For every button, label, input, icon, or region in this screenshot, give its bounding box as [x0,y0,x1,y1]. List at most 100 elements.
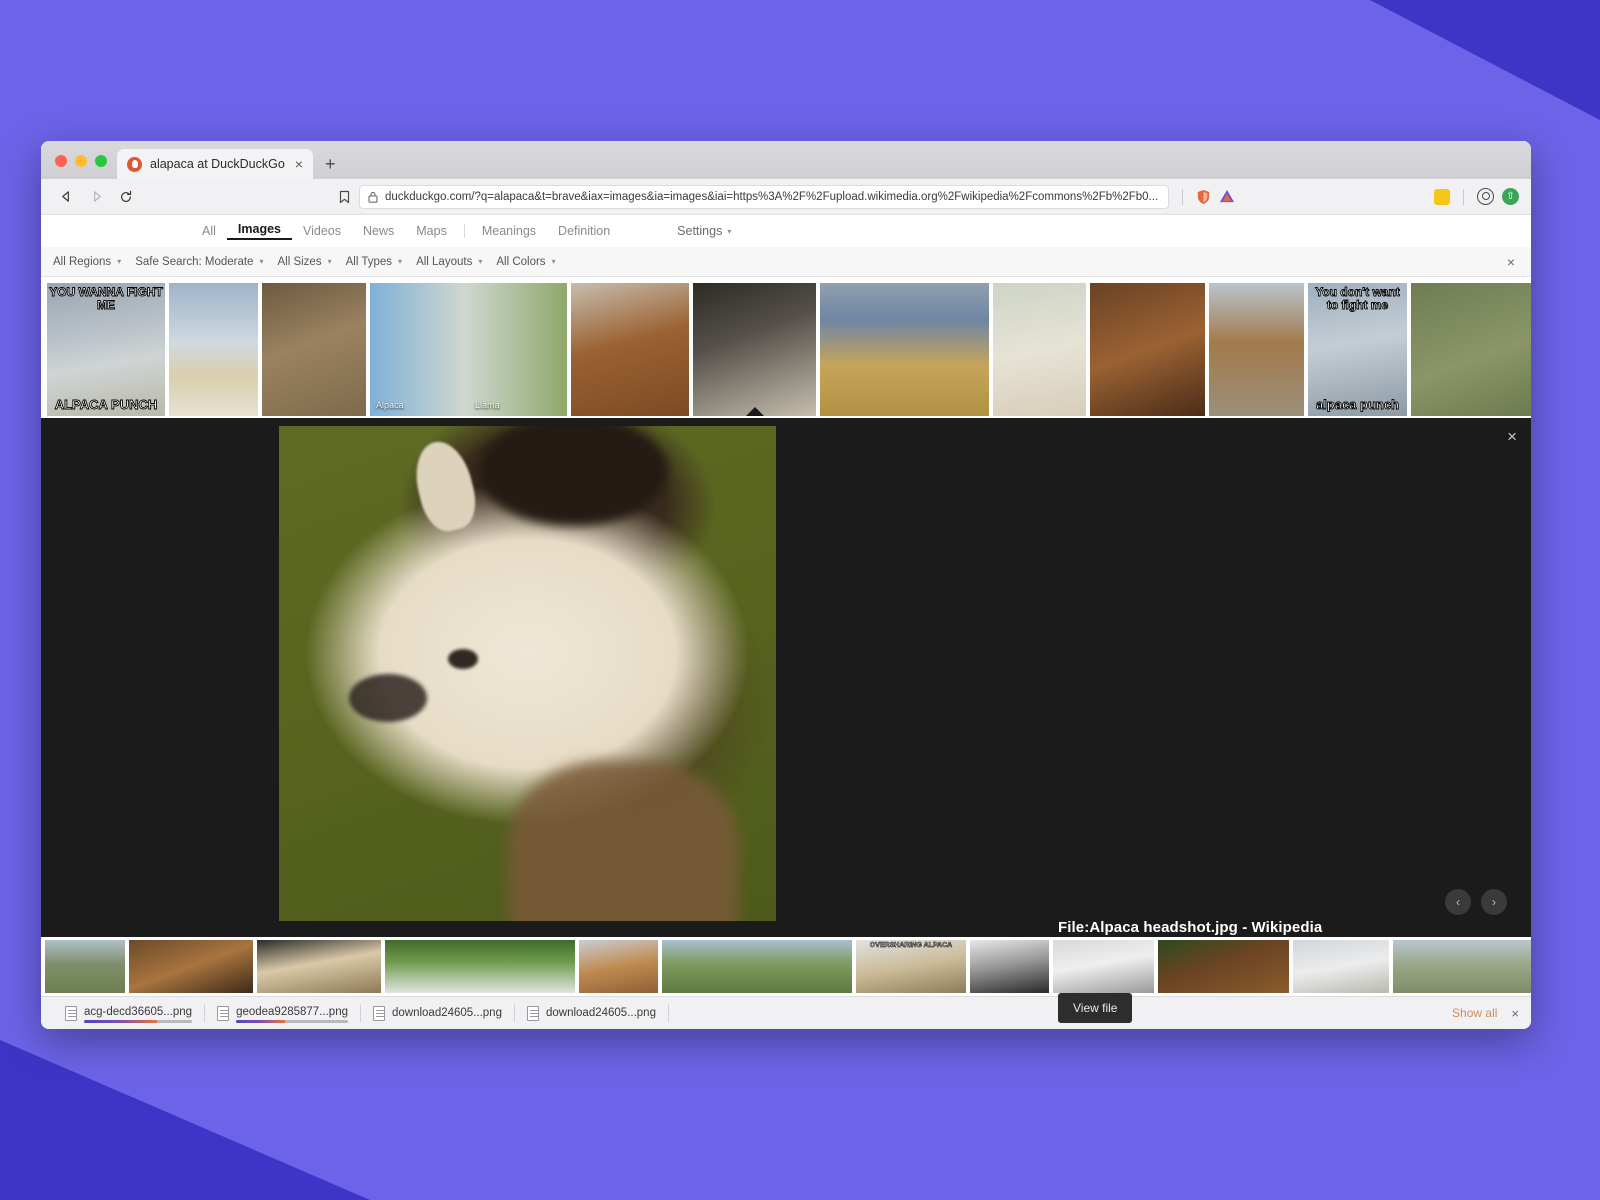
result-thumb-brown-curly-alpaca[interactable] [571,283,689,416]
filter-safe-search[interactable]: Safe Search: Moderate ▾ [135,256,263,268]
bottom-thumb-oversharing-alpaca-meme[interactable]: OVERSHARING ALPACA [856,940,966,993]
bottom-thumb-farm-with-alpacas[interactable] [662,940,852,993]
alpaca-headshot-image[interactable] [279,426,776,921]
bottom-thumb-alpacas-at-fence[interactable] [385,940,575,993]
meme-top-text: You don't want to fight me [1308,286,1407,311]
toolbar-divider-2 [1463,189,1464,205]
tab-images[interactable]: Images [227,222,292,240]
close-filters-icon[interactable]: × [1503,254,1519,270]
result-thumb-alpaca-in-snow[interactable] [169,283,258,416]
browser-tab[interactable]: alapaca at DuckDuckGo × [117,149,313,179]
tab-news[interactable]: News [352,224,405,238]
chevron-down-icon: ▾ [552,257,556,266]
filter-label: All Colors [496,256,545,268]
image-caption-alpaca: Alpaca [376,401,404,410]
chevron-down-icon: ▾ [478,257,482,266]
bottom-thumb-white-alpaca-face[interactable] [1293,940,1389,993]
result-thumb-alpaca-by-the-lake[interactable] [820,283,989,416]
url-text: duckduckgo.com/?q=alapaca&t=brave&iax=im… [385,191,1160,203]
bookmark-icon[interactable] [338,190,351,204]
settings-dropdown[interactable]: Settings ▾ [677,224,731,238]
file-icon [527,1006,539,1021]
image-results-row: YOU WANNA FIGHT MEALPACA PUNCH AlpacaLlam… [41,277,1531,418]
download-item[interactable]: geodea9285877...png [205,1006,360,1021]
bottom-thumb-tan-fluffy-alpaca[interactable] [579,940,658,993]
filter-label: Safe Search: Moderate [135,256,253,268]
image-detail-pane: × File:Alpaca headshot.jpg - Wikipedia e… [41,418,1531,937]
profile-icon[interactable] [1477,188,1494,205]
brave-lion-icon[interactable] [1219,189,1235,204]
filter-all-layouts[interactable]: All Layouts ▾ [416,256,482,268]
image-filter-bar: All Regions ▾ Safe Search: Moderate ▾ Al… [41,247,1531,277]
chevron-down-icon: ▾ [117,257,121,266]
alpaca-muzzle [349,674,427,722]
bottom-thumb-alpacas-grazing-wide[interactable] [1393,940,1531,993]
forward-icon[interactable] [83,184,109,210]
previous-image-button[interactable]: ‹ [1445,889,1471,915]
background-triangle-top-right [1370,0,1600,120]
reload-icon[interactable] [113,184,139,210]
file-icon [217,1006,229,1021]
tab-videos[interactable]: Videos [292,224,352,238]
chevron-down-icon: ▾ [328,257,332,266]
download-item[interactable]: download24605...png [361,1006,514,1021]
update-icon[interactable]: ⇧ [1502,188,1519,205]
next-image-button[interactable]: › [1481,889,1507,915]
filter-all-colors[interactable]: All Colors ▾ [496,256,555,268]
bottom-thumb-shaggy-alpaca-head[interactable] [257,940,381,993]
address-bar-area: duckduckgo.com/?q=alapaca&t=brave&iax=im… [143,185,1430,209]
new-tab-button[interactable]: + [313,155,346,179]
result-thumb-alpaca-vs-llama-compare[interactable]: AlpacaLlama [370,283,567,416]
tab-maps[interactable]: Maps [405,224,458,238]
close-download-bar-icon[interactable]: × [1511,1006,1519,1021]
filter-all-regions[interactable]: All Regions ▾ [53,256,121,268]
result-thumb-standing-brown-alpaca[interactable] [1209,283,1304,416]
close-detail-icon[interactable]: × [1507,428,1517,445]
bottom-thumb-alpaca-pair-closeup[interactable] [129,940,253,993]
minimize-window-button[interactable] [75,155,87,167]
show-all-downloads-button[interactable]: Show all [1452,1006,1511,1020]
bottom-thumb-dark-brown-alpaca[interactable] [1158,940,1289,993]
lock-icon [368,191,378,203]
selected-indicator-caret [746,407,764,416]
close-window-button[interactable] [55,155,67,167]
brave-shield-icon[interactable] [1196,189,1211,205]
bottom-thumb-white-alpacas-bw[interactable] [1053,940,1154,993]
download-item[interactable]: acg-decd36605...png [53,1006,204,1021]
result-thumb-dark-alpaca-closeup[interactable] [693,283,816,416]
result-thumb-fluffy-alpaca-face[interactable] [262,283,366,416]
extension-icon[interactable] [1434,189,1450,205]
nav-divider [464,224,465,238]
download-progress-bar [236,1020,348,1023]
bottom-thumb-alpacas-in-field[interactable] [45,940,125,993]
download-item[interactable]: download24605...png [515,1006,668,1021]
tab-all[interactable]: All [191,224,227,238]
alpaca-chest-fur [508,761,738,921]
detail-title: File:Alpaca headshot.jpg - Wikipedia [1058,919,1428,936]
filter-all-sizes[interactable]: All Sizes ▾ [277,256,331,268]
zoom-window-button[interactable] [95,155,107,167]
tab-title: alapaca at DuckDuckGo [150,157,285,171]
result-thumb-alpaca-punch-meme[interactable]: YOU WANNA FIGHT MEALPACA PUNCH [47,283,165,416]
filter-label: All Sizes [277,256,321,268]
download-filename: download24605...png [392,1007,502,1019]
result-thumb-white-alpaca-portrait[interactable] [993,283,1086,416]
detail-navigation-arrows: ‹ › [1445,889,1507,915]
download-filename: acg-decd36605...png [84,1006,192,1021]
view-file-button[interactable]: View file [1058,993,1132,1023]
back-icon[interactable] [53,184,79,210]
chevron-down-icon: ▾ [727,227,731,236]
bottom-thumbnail-strip: OVERSHARING ALPACA [41,937,1531,996]
tab-definition[interactable]: Definition [547,224,621,238]
result-thumb-dont-want-to-fight-me-meme[interactable]: You don't want to fight mealpaca punch [1308,283,1407,416]
tab-meanings[interactable]: Meanings [471,224,547,238]
result-thumb-brown-alpaca-headshot[interactable] [1090,283,1205,416]
filter-all-types[interactable]: All Types ▾ [346,256,402,268]
close-icon[interactable]: × [293,157,305,171]
alpaca-ear [408,436,482,536]
download-progress-bar [84,1020,192,1023]
result-thumb-two-alpacas-nose-to-nose[interactable] [1411,283,1531,416]
bottom-thumb-black-llama-bw[interactable] [970,940,1049,993]
tab-strip: alapaca at DuckDuckGo × + [41,141,1531,179]
url-input[interactable]: duckduckgo.com/?q=alapaca&t=brave&iax=im… [359,185,1169,209]
